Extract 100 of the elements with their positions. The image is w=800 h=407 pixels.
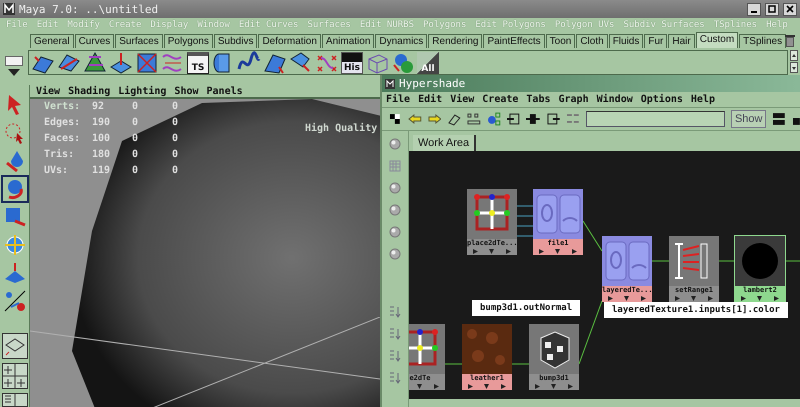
stat-value: 92 [92, 101, 106, 112]
back-arrow-icon[interactable] [408, 112, 422, 126]
four-view-layout-icon[interactable] [2, 363, 28, 389]
shelf-tab[interactable]: Polygons [164, 34, 213, 48]
shelf-menu-icon[interactable] [5, 56, 23, 66]
window-title: Hypershade [399, 77, 466, 90]
input-connections-icon[interactable] [506, 112, 520, 126]
panel-menu-item[interactable]: Show [174, 86, 199, 96]
stat-value: 190 [92, 117, 112, 128]
search-field[interactable] [586, 111, 725, 127]
stat-value: 100 [92, 133, 112, 144]
forward-arrow-icon[interactable] [428, 112, 442, 126]
work-area-tab[interactable]: Work Area [413, 135, 476, 151]
shelf-tab[interactable]: Surfaces [115, 34, 163, 48]
stat-value: 180 [92, 149, 112, 160]
shelf-tab[interactable]: Cloth [576, 34, 608, 48]
node-swatch-drawing [462, 324, 512, 374]
shelf-tool-icon[interactable] [135, 50, 159, 74]
scroll-down-button[interactable] [790, 62, 798, 73]
render-sphere-icon[interactable] [388, 137, 402, 151]
panel-menu-item[interactable]: Shading [68, 86, 110, 96]
stat-value: 0 [172, 165, 180, 176]
shelf-tab[interactable]: Fluids [608, 34, 644, 48]
shelf-tab[interactable]: Hair [668, 34, 695, 48]
shelf-tab[interactable]: General [30, 34, 74, 48]
stat-value: 0 [172, 133, 180, 144]
shelf-tab[interactable]: Subdivs [214, 34, 258, 48]
scroll-up-button[interactable] [790, 50, 798, 61]
menu-item[interactable]: Create [482, 94, 518, 105]
output-connections-icon[interactable] [546, 112, 560, 126]
shelf-tool-icon[interactable] [83, 50, 107, 74]
shading-ball-icon[interactable] [388, 247, 402, 261]
stat-value: 0 [132, 149, 140, 160]
menu-item[interactable]: Window [596, 94, 633, 105]
shelf-tab[interactable]: Animation [322, 34, 374, 48]
menu-item[interactable]: Graph [558, 94, 589, 105]
stat-value: 0 [132, 117, 140, 128]
trash-icon[interactable] [784, 33, 796, 47]
stat-label: Tris: [44, 149, 76, 160]
shading-ball-icon[interactable] [388, 181, 402, 195]
menu-item[interactable]: Options [640, 94, 683, 105]
reverse-sort-icon[interactable] [388, 371, 402, 385]
menu-item[interactable]: Edit [418, 94, 442, 105]
sort-time-icon[interactable] [388, 349, 402, 363]
shading-ball-icon[interactable] [388, 203, 402, 217]
single-view-layout-icon[interactable] [2, 333, 28, 359]
shelf-tool-button[interactable]: All [417, 52, 439, 74]
node-swatch-drawing [533, 189, 583, 239]
menu-item[interactable]: Help [690, 94, 715, 105]
caret-down-icon[interactable] [8, 68, 20, 76]
node-swatch-drawing [735, 236, 785, 286]
last-tool-icon[interactable] [2, 289, 26, 313]
shelf-tab[interactable]: Dynamics [375, 34, 428, 48]
minimize-button[interactable] [747, 2, 761, 16]
eraser-icon[interactable] [447, 112, 461, 126]
node-swatch-drawing [602, 236, 652, 286]
close-icon [786, 5, 794, 13]
stat-value: 0 [172, 101, 180, 112]
shelf-tab[interactable]: Custom [696, 32, 738, 48]
move-tool-icon[interactable] [2, 177, 26, 201]
split-layout-icon[interactable] [772, 112, 786, 126]
menu-item[interactable]: Tabs [526, 94, 550, 105]
stat-value: 0 [172, 117, 180, 128]
panel-menu-item[interactable]: Panels [206, 86, 243, 96]
input-output-icon[interactable] [526, 112, 540, 126]
shelf-tab[interactable]: Fur [644, 34, 668, 48]
shelf-tab[interactable]: Rendering [428, 34, 482, 48]
shelf-tool-button[interactable]: TS [187, 52, 209, 74]
menu-item[interactable]: View [450, 94, 474, 105]
node-layout-icon[interactable] [467, 112, 481, 126]
scale-tool-icon[interactable] [2, 233, 26, 257]
grid-swatch-icon[interactable] [388, 159, 402, 173]
close-button[interactable] [783, 2, 797, 16]
maximize-button[interactable] [765, 2, 779, 16]
shelf-tool-button[interactable]: His [341, 52, 363, 74]
menu-item[interactable]: File [386, 94, 410, 105]
panel-menu-item[interactable]: Lighting [118, 86, 166, 96]
outliner-layout-icon[interactable] [2, 393, 28, 407]
maya-logo-icon [385, 78, 395, 88]
show-button[interactable]: Show [730, 110, 766, 128]
network-icon[interactable] [486, 112, 500, 126]
checker-icon[interactable] [388, 112, 402, 126]
stat-value: 119 [92, 165, 112, 176]
quality-label: High Quality [305, 123, 378, 134]
maya-logo-icon [3, 3, 15, 15]
shelf-tab[interactable]: TSplines [739, 34, 786, 48]
panel-menu-item[interactable]: View [36, 86, 60, 96]
maximize-icon [768, 5, 776, 13]
shelf-tool-icon[interactable] [109, 50, 133, 74]
stat-label: Verts: [44, 101, 82, 112]
shading-ball-icon[interactable] [388, 225, 402, 239]
stat-label: Edges: [44, 117, 82, 128]
shelf-tab[interactable]: Toon [546, 34, 576, 48]
stat-label: Faces: [44, 133, 82, 144]
shelf-tab[interactable]: Curves [74, 34, 114, 48]
sort-type-icon[interactable] [388, 327, 402, 341]
shelf-tab[interactable]: PaintEffects [483, 34, 545, 48]
sort-name-icon[interactable] [388, 305, 402, 319]
connection-label: bump3d1.outNormal [472, 300, 580, 316]
shelf-tab[interactable]: Deformation [258, 34, 321, 48]
